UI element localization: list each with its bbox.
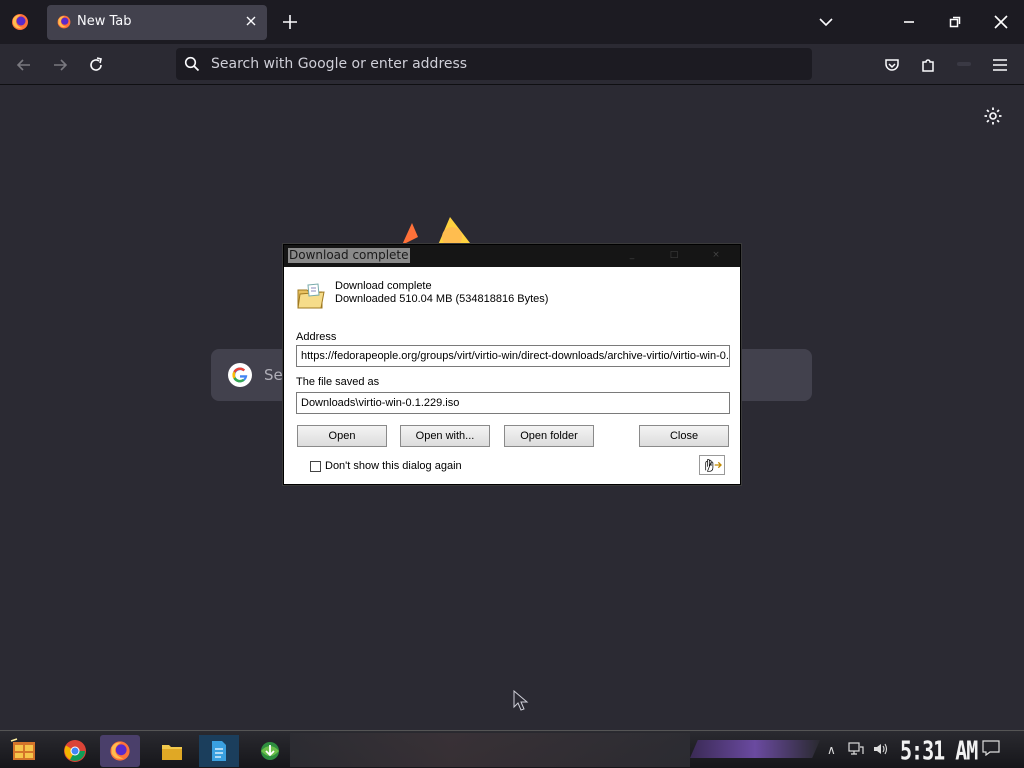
download-manager-icon (261, 742, 279, 760)
taskbar-file-explorer[interactable] (152, 735, 192, 767)
tab-bar: New Tab (0, 0, 1024, 44)
open-button[interactable]: Open (297, 425, 387, 447)
restore-icon (949, 16, 961, 28)
notification-icon[interactable] (982, 740, 1000, 756)
back-button[interactable] (13, 54, 35, 76)
address-bar[interactable]: Search with Google or enter address (176, 48, 812, 80)
address-placeholder: Search with Google or enter address (211, 56, 468, 72)
account-indicator[interactable] (957, 62, 971, 66)
plus-icon[interactable] (280, 12, 300, 32)
restore-button[interactable] (932, 0, 978, 44)
firefox-icon (110, 741, 130, 761)
extensions-button[interactable] (917, 54, 939, 76)
start-icon (10, 738, 35, 760)
dialog-close-button[interactable]: × (698, 250, 734, 262)
taskbar-firefox[interactable] (100, 735, 140, 767)
reload-button[interactable] (85, 54, 107, 76)
chrome-icon (64, 740, 86, 762)
mouse-cursor-icon (513, 690, 529, 711)
chevron-down-icon[interactable] (816, 12, 836, 32)
firefox-icon (57, 15, 71, 29)
google-icon (228, 363, 252, 387)
network-icon[interactable] (848, 741, 864, 757)
tab-new-tab[interactable]: New Tab (47, 5, 267, 40)
download-size-text: Downloaded 510.04 MB (534818816 Bytes) (335, 293, 549, 305)
hamburger-icon (993, 59, 1007, 71)
dont-show-again-checkbox[interactable] (310, 461, 321, 472)
taskbar-clock[interactable]: 5:31 AM (900, 735, 978, 766)
taskbar-window-strip (290, 733, 690, 767)
document-icon (212, 741, 226, 761)
minimize-icon (904, 21, 914, 23)
search-icon (184, 56, 200, 72)
gear-icon[interactable] (983, 106, 1003, 126)
start-button[interactable] (4, 735, 44, 767)
arrow-left-icon (16, 59, 30, 71)
folder-icon (162, 745, 182, 760)
download-complete-dialog: Download complete _ □ × Download complet… (283, 244, 741, 485)
pocket-icon (885, 59, 899, 71)
window-close-button[interactable] (978, 0, 1024, 44)
tray-overflow-icon[interactable]: ∧ (827, 743, 836, 757)
taskbar-files-app[interactable] (199, 735, 239, 767)
arrow-right-icon (54, 59, 68, 71)
dialog-title-bar[interactable]: Download complete _ □ × (284, 245, 740, 267)
hand-arrow-icon[interactable] (699, 455, 725, 475)
dialog-maximize-button[interactable]: □ (656, 250, 692, 262)
forward-button[interactable] (49, 54, 71, 76)
download-status-title: Download complete (335, 280, 432, 292)
firefox-icon[interactable] (10, 12, 30, 32)
taskbar-decoration (690, 740, 820, 758)
dont-show-again-label: Don't show this dialog again (325, 460, 462, 472)
saved-as-field[interactable]: Downloads\virtio-win-0.1.229.iso (296, 392, 730, 414)
address-label: Address (296, 331, 337, 343)
open-with-button[interactable]: Open with... (400, 425, 490, 447)
close-icon (994, 15, 1008, 29)
open-folder-button[interactable]: Open folder (504, 425, 594, 447)
address-field[interactable]: https://fedorapeople.org/groups/virt/vir… (296, 345, 730, 367)
reload-icon (90, 57, 102, 71)
new-tab-search-placeholder: Se (264, 366, 283, 384)
puzzle-icon (922, 59, 934, 72)
saved-as-label: The file saved as (296, 376, 380, 388)
minimize-button[interactable] (886, 0, 932, 44)
tab-title: New Tab (77, 14, 132, 29)
dialog-minimize-button[interactable]: _ (614, 250, 650, 262)
app-menu-button[interactable] (989, 54, 1011, 76)
volume-icon[interactable] (872, 741, 888, 757)
navigation-bar: Search with Google or enter address (0, 44, 1024, 85)
close-button[interactable]: Close (639, 425, 729, 447)
taskbar-chrome[interactable] (55, 735, 95, 767)
taskbar-download-manager[interactable] (250, 735, 290, 767)
close-icon[interactable] (243, 13, 259, 29)
folder-download-icon (297, 283, 325, 309)
pocket-button[interactable] (881, 54, 903, 76)
taskbar: ∧ 5:31 AM (0, 730, 1024, 768)
dialog-title: Download complete (288, 248, 410, 263)
